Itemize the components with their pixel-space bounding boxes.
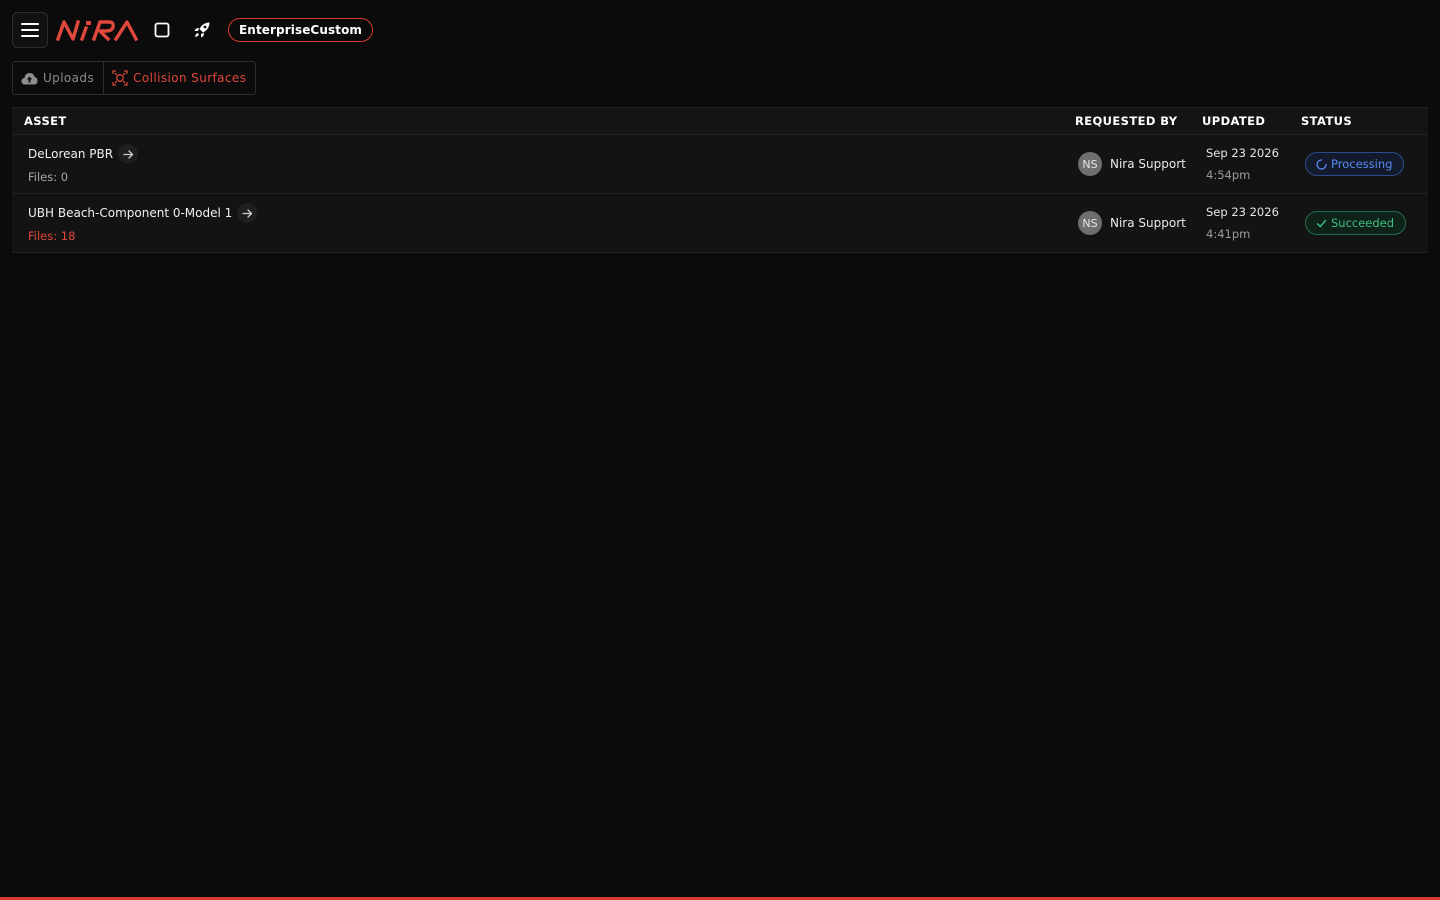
open-asset-button[interactable] xyxy=(118,144,139,164)
status-badge: Processing xyxy=(1305,152,1405,176)
asset-name[interactable]: UBH Beach-Component 0-Model 1 xyxy=(28,206,232,220)
tab-collision-surfaces[interactable]: Collision Surfaces xyxy=(103,62,255,94)
requester-name: Nira Support xyxy=(1110,216,1186,230)
rocket-icon xyxy=(194,22,210,38)
files-count: Files: 0 xyxy=(28,170,69,184)
status-label: Processing xyxy=(1331,157,1393,171)
tab-uploads-label: Uploads xyxy=(43,71,95,85)
requested-by-cell: NS Nira Support xyxy=(1075,211,1202,235)
avatar: NS xyxy=(1078,152,1102,176)
files-count: Files: 18 xyxy=(28,229,76,243)
hamburger-menu-button[interactable] xyxy=(12,12,48,48)
updated-time: 4:41pm xyxy=(1206,227,1251,241)
checkmark-icon xyxy=(1316,219,1327,227)
launch-button[interactable] xyxy=(184,12,220,48)
updated-time: 4:54pm xyxy=(1206,168,1251,182)
updated-date: Sep 23 2026 xyxy=(1206,146,1279,160)
collision-icon xyxy=(112,70,128,86)
status-cell: Processing xyxy=(1301,152,1428,176)
requester-name: Nira Support xyxy=(1110,157,1186,171)
status-cell: Succeeded xyxy=(1301,211,1428,235)
top-bar: EnterpriseCustom xyxy=(12,12,374,48)
column-header-updated: UPDATED xyxy=(1202,114,1266,128)
nira-logo-mark xyxy=(56,19,139,41)
arrow-right-icon xyxy=(122,149,133,159)
tab-collision-surfaces-label: Collision Surfaces xyxy=(133,71,247,85)
updated-date: Sep 23 2026 xyxy=(1206,205,1279,219)
status-badge: Succeeded xyxy=(1305,211,1407,235)
view-tabs: Uploads Collision Surfaces xyxy=(12,61,257,95)
spinner-icon xyxy=(1316,158,1327,170)
column-header-asset: ASSET xyxy=(24,114,67,128)
column-header-requested-by: REQUESTED BY xyxy=(1075,114,1178,128)
table-row[interactable]: DeLorean PBR Files: 0 NS Nira Support Se… xyxy=(12,135,1428,194)
tab-uploads[interactable]: Uploads xyxy=(13,62,103,94)
nira-logo[interactable] xyxy=(56,19,140,41)
open-asset-button[interactable] xyxy=(237,203,258,223)
arrow-right-icon xyxy=(242,208,252,218)
requested-by-cell: NS Nira Support xyxy=(1075,152,1202,176)
asset-cell: UBH Beach-Component 0-Model 1 Files: 18 xyxy=(12,203,1075,243)
plan-badge[interactable]: EnterpriseCustom xyxy=(228,18,374,42)
updated-cell: Sep 23 2026 4:54pm xyxy=(1202,146,1301,182)
jobs-table: ASSET REQUESTED BY UPDATED STATUS DeLore… xyxy=(12,107,1428,253)
square-icon xyxy=(154,22,170,38)
window-toggle-button[interactable] xyxy=(144,12,180,48)
asset-cell: DeLorean PBR Files: 0 xyxy=(12,144,1075,184)
avatar: NS xyxy=(1078,211,1102,235)
cloud-upload-icon xyxy=(21,72,38,84)
asset-name[interactable]: DeLorean PBR xyxy=(28,147,113,161)
column-header-status: STATUS xyxy=(1301,114,1353,128)
updated-cell: Sep 23 2026 4:41pm xyxy=(1202,205,1301,241)
table-row[interactable]: UBH Beach-Component 0-Model 1 Files: 18 … xyxy=(12,194,1428,253)
table-header: ASSET REQUESTED BY UPDATED STATUS xyxy=(12,107,1428,135)
hamburger-icon xyxy=(21,23,39,37)
status-label: Succeeded xyxy=(1331,216,1395,230)
